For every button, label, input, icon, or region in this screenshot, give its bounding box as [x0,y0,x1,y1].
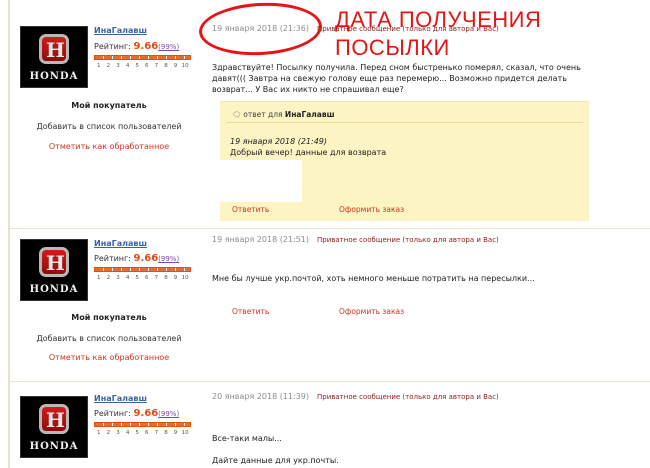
honda-logo-icon: H [39,247,69,277]
message-date: 20 января 2018 (11:39) [212,392,310,401]
avatar[interactable]: H HONDA [20,396,88,458]
redacted-area [220,160,302,202]
rating-bar [94,55,191,60]
scale-tick: 8 [164,63,168,69]
private-message-label: Приватное сообщение (только для автора и… [317,236,499,244]
scale-tick: 7 [154,275,159,281]
add-to-users-link[interactable]: Добавить в список пользователей [10,122,208,131]
scale-tick: 9 [173,275,178,281]
username-link[interactable]: ИнаГалавш [94,394,147,403]
post-2: H HONDA ИнаГалавш Рейтинг: 9.66(99%) 1 2… [10,229,650,381]
rating-scale: 1 2 3 4 5 6 7 8 9 10 [94,275,194,281]
scale-tick: 10 [181,275,189,281]
scale-tick: 2 [106,63,111,69]
post-3: H HONDA ИнаГалавш Рейтинг: 9.66(99%) 1 2… [10,382,650,468]
rating-label: Рейтинг: [94,42,131,51]
scale-tick: 7 [154,430,159,436]
rating-bar [94,422,191,427]
honda-logo-icon: H [39,34,69,64]
avatar[interactable]: H HONDA [20,26,88,88]
reply-header: 🗨 ответ для ИнаГалавш [232,110,335,119]
rating-percent-link[interactable]: (99%) [158,255,179,263]
scale-tick: 6 [145,63,149,69]
mark-processed-link[interactable]: Отметить как обработанное [10,142,208,151]
post-1: H HONDA ИнаГалавш Рейтинг: 9.66(99%) 1 2… [10,0,650,228]
rating-percent-link[interactable]: (99%) [158,410,179,418]
rating-value: 9.66 [133,253,159,264]
scale-tick: 4 [125,275,130,281]
rating: Рейтинг: 9.66(99%) [94,41,179,52]
order-button[interactable]: Оформить заказ [339,307,404,316]
reply-divider [226,122,583,123]
scale-tick: 1 [97,275,101,281]
buyer-label: Мой покупатель [71,101,147,110]
scale-tick: 3 [116,275,120,281]
avatar-brand: HONDA [29,284,79,295]
message-text: Мне бы лучше укр.почтой, хоть немного ме… [212,273,612,284]
avatar-brand: HONDA [29,71,79,82]
add-to-users-link[interactable]: Добавить в список пользователей [10,334,208,343]
private-message-label: Приватное сообщение (только для автора и… [317,25,499,33]
buyer-label: Мой покупатель [71,313,147,322]
rating-label: Рейтинг: [94,254,131,263]
rating: Рейтинг: 9.66(99%) [94,253,179,264]
scale-tick: 2 [106,430,111,436]
message-line: Мне бы лучше укр.почтой, хоть немного ме… [212,274,535,283]
reply-button[interactable]: Ответить [232,205,269,214]
speech-bubble-icon: 🗨 [232,111,241,119]
rating: Рейтинг: 9.66(99%) [94,408,179,419]
scale-tick: 5 [135,430,139,436]
message-date: 19 января 2018 (21:51) [212,235,310,244]
scale-tick: 6 [145,430,149,436]
message-text: Все-таки малы... Дайте данные для укр.по… [212,428,612,468]
reply-label: ответ для [243,110,283,119]
scale-tick: 1 [97,63,101,69]
message-line: возврат... У Вас их никто не спрашивал е… [212,85,404,94]
seller-reply-box: 🗨 ответ для ИнаГалавш 19 января 2018 (21… [220,101,589,221]
scale-tick: 7 [154,63,159,69]
rating-percent-link[interactable]: (99%) [158,43,179,51]
reply-button[interactable]: Ответить [232,307,269,316]
avatar[interactable]: H HONDA [20,239,88,301]
message-text: Здравствуйте! Посылку получила. Перед сн… [212,62,612,95]
scale-tick: 1 [97,430,101,436]
scale-tick: 9 [173,63,178,69]
scale-tick: 8 [164,430,168,436]
rating-value: 9.66 [133,408,159,419]
scale-tick: 6 [145,275,149,281]
rating-bar [94,267,191,272]
order-button[interactable]: Оформить заказ [339,205,404,214]
message-line: давят((( Завтра на свежую голову еще раз… [212,74,567,83]
message-date: 19 января 2018 (21:36) [212,24,310,33]
rating-label: Рейтинг: [94,409,131,418]
username-link[interactable]: ИнаГалавш [94,26,147,35]
reply-text: Добрый вечер! данные для возврата [230,148,387,157]
scale-tick: 4 [125,63,130,69]
scale-tick: 10 [181,63,189,69]
message-line: Здравствуйте! Посылку получила. Перед сн… [212,63,581,72]
scale-tick: 2 [106,275,111,281]
avatar-brand: HONDA [29,441,79,452]
scale-tick: 3 [116,63,120,69]
rating-scale: 1 2 3 4 5 6 7 8 9 10 [94,63,194,69]
message-line: Дайте данные для укр.почты. [212,456,339,465]
scale-tick: 4 [125,430,130,436]
scale-tick: 5 [135,275,139,281]
honda-logo-icon: H [39,404,69,434]
message-line: Все-таки малы... [212,434,282,443]
reply-recipient: ИнаГалавш [284,110,335,119]
scale-tick: 10 [181,430,189,436]
scale-tick: 5 [135,63,139,69]
scale-tick: 8 [164,275,168,281]
private-message-label: Приватное сообщение (только для автора и… [317,393,499,401]
scale-tick: 3 [116,430,120,436]
mark-processed-link[interactable]: Отметить как обработанное [10,353,208,362]
reply-date: 19 января 2018 (21:49) [230,137,328,146]
rating-scale: 1 2 3 4 5 6 7 8 9 10 [94,430,194,436]
rating-value: 9.66 [133,41,159,52]
scale-tick: 9 [173,430,178,436]
username-link[interactable]: ИнаГалавш [94,239,147,248]
